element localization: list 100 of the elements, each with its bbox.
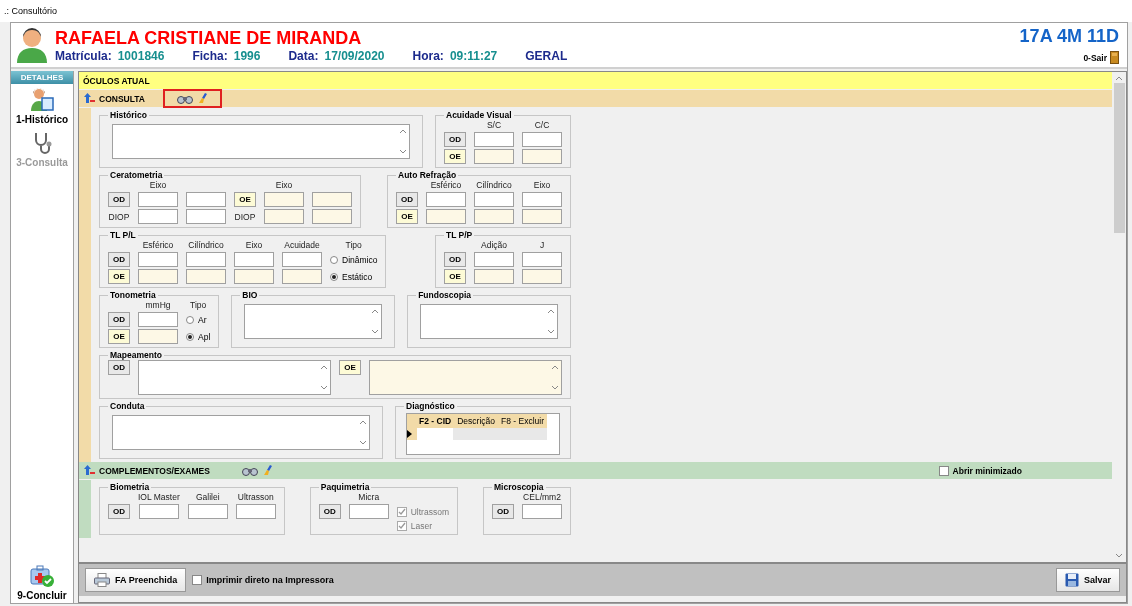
eye-button[interactable]: OD: [396, 192, 418, 207]
text-area[interactable]: [112, 124, 410, 159]
radio-option[interactable]: Estático: [330, 271, 373, 282]
input-field[interactable]: [187, 504, 228, 519]
input-field[interactable]: [138, 252, 178, 267]
scroll-up-icon[interactable]: [320, 365, 328, 370]
input-field[interactable]: [426, 192, 466, 207]
input-field[interactable]: [312, 209, 352, 224]
column-header[interactable]: F2 - CID: [416, 414, 455, 428]
scroll-down-icon[interactable]: [371, 329, 380, 334]
input-field[interactable]: [186, 252, 226, 267]
scroll-thumb[interactable]: [1113, 83, 1125, 233]
scroll-up-icon[interactable]: [547, 309, 555, 314]
eye-button[interactable]: OD: [108, 504, 130, 519]
input-field[interactable]: [235, 504, 276, 519]
scroll-down-icon[interactable]: [551, 385, 559, 390]
input-field[interactable]: [138, 209, 178, 224]
binoculars-icon[interactable]: [176, 93, 193, 104]
scroll-down-icon[interactable]: [399, 149, 407, 154]
print-button[interactable]: FA Preenchida: [85, 568, 187, 592]
section-header[interactable]: ÓCULOS ATUAL: [79, 72, 1112, 89]
input-field[interactable]: [474, 149, 514, 164]
checkbox[interactable]: Abrir minimizado: [938, 465, 1022, 476]
brush-icon[interactable]: [263, 465, 273, 476]
input-field[interactable]: [474, 269, 514, 284]
input-field[interactable]: [234, 269, 274, 284]
eye-button[interactable]: OE: [108, 329, 130, 344]
sidebar-item[interactable]: 9-Concluir: [17, 560, 67, 603]
checkbox[interactable]: Imprimir direto na Impressora: [192, 575, 334, 585]
input-field[interactable]: [522, 192, 562, 207]
input-field[interactable]: [474, 192, 514, 207]
eye-button[interactable]: OE: [339, 360, 361, 375]
scroll-down-icon[interactable]: [1115, 553, 1123, 558]
scroll-up-icon[interactable]: [399, 129, 407, 134]
eye-button[interactable]: OD: [108, 192, 130, 207]
section-header[interactable]: CONSULTA: [79, 90, 1112, 107]
eye-button[interactable]: OD: [492, 504, 514, 519]
collapse-icon[interactable]: [83, 465, 95, 476]
input-field[interactable]: [138, 269, 178, 284]
eye-button[interactable]: OD: [444, 252, 466, 267]
input-field[interactable]: [138, 192, 178, 207]
group-title: Conduta: [109, 401, 146, 411]
input-field[interactable]: [522, 504, 562, 519]
input-field[interactable]: [282, 269, 322, 284]
input-field[interactable]: [312, 192, 352, 207]
eye-button[interactable]: OE: [444, 149, 466, 164]
eye-button[interactable]: OE: [444, 269, 466, 284]
eye-button[interactable]: OD: [444, 132, 466, 147]
input-field[interactable]: [426, 209, 466, 224]
eye-button[interactable]: OD: [108, 360, 130, 375]
text-area[interactable]: [420, 304, 558, 339]
eye-button[interactable]: OD: [318, 504, 341, 519]
eye-button[interactable]: OD: [108, 252, 130, 267]
collapse-icon[interactable]: [83, 93, 95, 104]
text-area[interactable]: [112, 415, 370, 450]
text-area[interactable]: [138, 360, 331, 395]
scroll-down-icon[interactable]: [359, 440, 367, 445]
table-cell[interactable]: [453, 428, 547, 440]
exit-button[interactable]: 0-Sair: [1083, 51, 1119, 64]
scroll-up-icon[interactable]: [371, 309, 380, 314]
input-field[interactable]: [234, 252, 274, 267]
scroll-up-icon[interactable]: [1115, 76, 1123, 81]
eye-button[interactable]: OE: [108, 269, 130, 284]
input-field[interactable]: [474, 209, 514, 224]
input-field[interactable]: [474, 132, 514, 147]
input-field[interactable]: [522, 252, 562, 267]
eye-button[interactable]: OD: [108, 312, 130, 327]
input-field[interactable]: [138, 504, 179, 519]
binoculars-icon[interactable]: [241, 465, 258, 476]
input-field[interactable]: [282, 252, 322, 267]
eye-button[interactable]: OE: [396, 209, 418, 224]
save-button[interactable]: Salvar: [1055, 568, 1120, 592]
input-field[interactable]: [522, 269, 562, 284]
input-field[interactable]: [138, 329, 178, 344]
input-field[interactable]: [522, 132, 562, 147]
input-field[interactable]: [474, 252, 514, 267]
input-field[interactable]: [186, 269, 226, 284]
scroll-up-icon[interactable]: [551, 365, 559, 370]
input-field[interactable]: [138, 312, 178, 327]
input-field[interactable]: [522, 209, 562, 224]
radio-option[interactable]: Apl: [186, 331, 211, 342]
scroll-up-icon[interactable]: [359, 420, 367, 425]
section-header[interactable]: COMPLEMENTOS/EXAMES Abrir minimizado: [79, 462, 1112, 479]
input-field[interactable]: [186, 209, 226, 224]
scroll-down-icon[interactable]: [320, 385, 328, 390]
brush-icon[interactable]: [198, 93, 208, 104]
input-field[interactable]: [186, 192, 226, 207]
column-header[interactable]: F8 - Excluir: [498, 414, 547, 428]
input-field[interactable]: [264, 209, 304, 224]
input-field[interactable]: [348, 504, 389, 519]
input-field[interactable]: [522, 149, 562, 164]
column-header[interactable]: Descrição: [454, 414, 498, 428]
text-area[interactable]: [244, 304, 383, 339]
sidebar-item[interactable]: 1-Histórico: [15, 84, 69, 127]
input-field[interactable]: [264, 192, 304, 207]
radio-option[interactable]: Ar: [186, 314, 207, 325]
text-area[interactable]: [369, 360, 562, 395]
eye-button[interactable]: OE: [234, 192, 256, 207]
radio-option[interactable]: Dinâmico: [330, 254, 378, 265]
scroll-down-icon[interactable]: [547, 329, 555, 334]
